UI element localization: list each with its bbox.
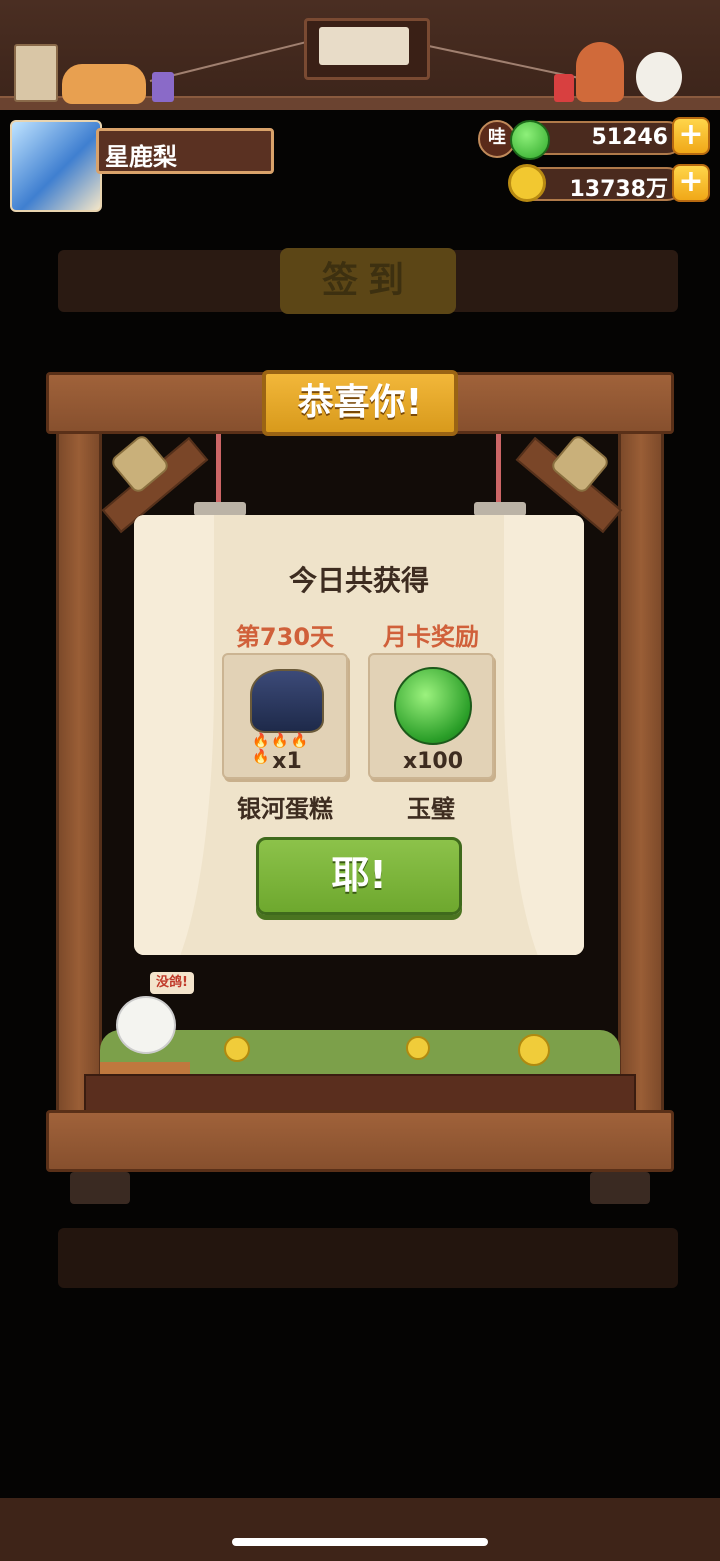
reward-qty: x1 (272, 749, 302, 774)
hanging-tab (474, 502, 526, 516)
girl-character-icon (576, 42, 624, 102)
orange-cat-icon (62, 64, 146, 104)
home-indicator[interactable] (232, 1538, 488, 1546)
player-name: 星鹿梨 (105, 143, 177, 171)
beam-foot (590, 1172, 650, 1204)
right-post (618, 400, 664, 1120)
reward-card[interactable]: 🔥🔥🔥🔥 x1 (222, 653, 348, 779)
jade-amount: 51246 (591, 125, 668, 150)
reward-dialog: 今日共获得 第730天 🔥🔥🔥🔥 x1 银河蛋糕 月卡奖励 x100 玉璧 耶! (134, 515, 584, 955)
character-frame (304, 18, 430, 80)
reward-day-label: 第730天 (235, 623, 335, 651)
add-coin-button[interactable]: + (672, 164, 710, 202)
reward-qty: x100 (402, 749, 464, 774)
bottom-bar (0, 1498, 720, 1561)
bird-speech-bubble: 没鸽! (150, 972, 194, 994)
reward-card[interactable]: x100 (368, 653, 494, 779)
player-avatar[interactable] (10, 120, 102, 212)
congrats-banner: 恭喜你! (262, 370, 458, 436)
left-post (56, 400, 102, 1120)
jade-disc-icon (394, 667, 472, 745)
bottom-rail (84, 1074, 636, 1114)
hanging-rope (216, 434, 221, 504)
hanging-rope (496, 434, 501, 504)
coin-amount: 13738万 (569, 177, 668, 202)
reward-name: 银河蛋糕 (237, 795, 333, 823)
signin-panel-bottom (58, 1228, 678, 1288)
jade-disc-icon (510, 120, 550, 160)
monthly-card-label: 月卡奖励 (383, 623, 479, 651)
reward-name: 玉璧 (407, 795, 455, 823)
player-name-bar: 星鹿梨 (96, 128, 274, 174)
add-jade-button[interactable]: + (672, 117, 710, 155)
beam-foot (70, 1172, 130, 1204)
lantern-icon (554, 74, 574, 102)
signin-panel-title: 签到 (280, 248, 456, 314)
paw-scroll-icon (14, 44, 58, 102)
confirm-button[interactable]: 耶! (256, 837, 462, 915)
white-cat-icon (636, 52, 682, 102)
coin-icon (518, 1034, 550, 1066)
lantern-icon (152, 72, 174, 102)
bottom-beam (46, 1110, 674, 1172)
glasses-cat-icon (319, 27, 409, 65)
coin-icon (406, 1036, 430, 1060)
coin-icon (224, 1036, 250, 1062)
galaxy-cake-icon (250, 669, 324, 733)
coin-icon (508, 164, 546, 202)
white-bird-icon (116, 996, 176, 1054)
flame-icon: 🔥🔥🔥🔥 (252, 733, 311, 765)
hanging-tab (194, 502, 246, 516)
dialog-title: 今日共获得 (288, 564, 429, 597)
